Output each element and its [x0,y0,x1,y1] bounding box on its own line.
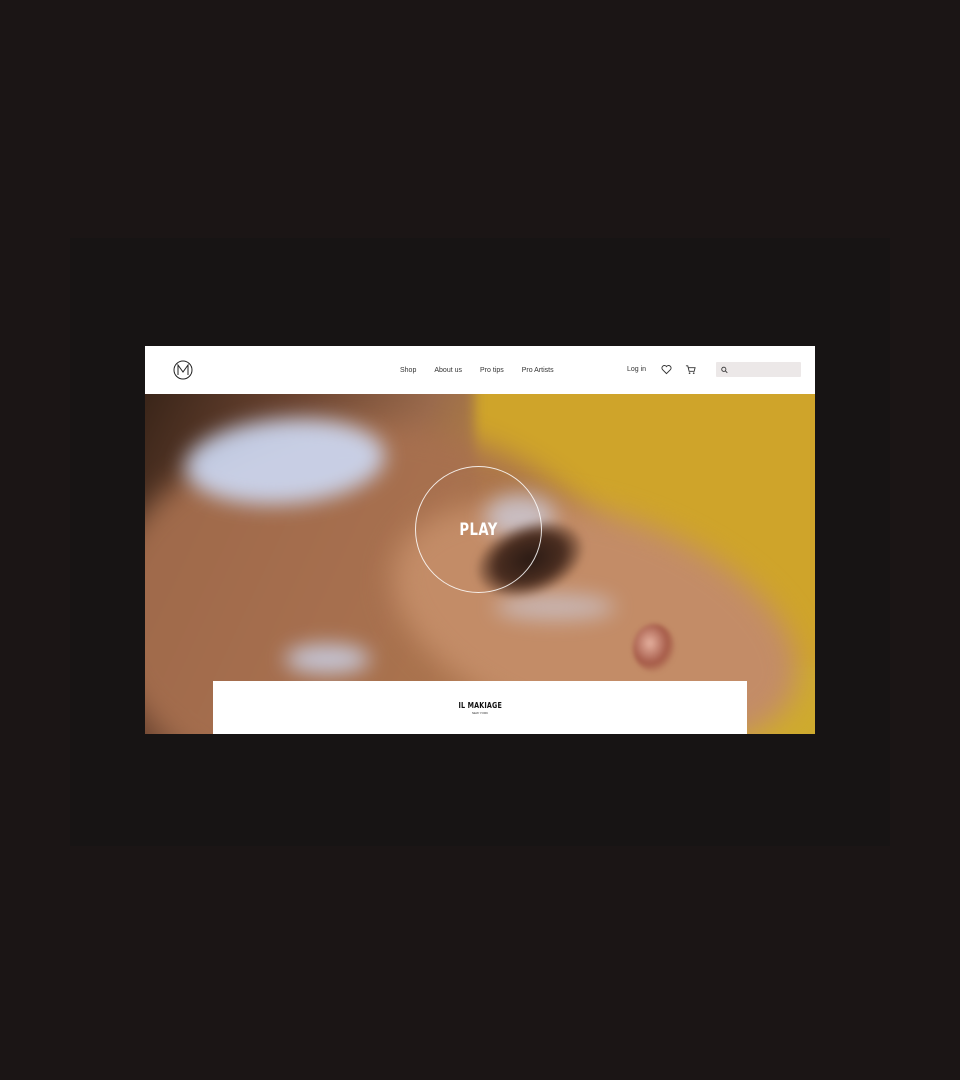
brand-card: IL MAKIAGE NEW YORK [213,681,747,734]
il-makiage-monogram-icon[interactable] [173,360,193,380]
skin-highlight [285,644,370,674]
website-mockup: Shop About us Pro tips Pro Artists Log i… [145,346,815,734]
brand-subtitle: NEW YORK [471,710,489,715]
skin-highlight [495,594,615,620]
brand-logo-text[interactable]: IL MAKIAGE [458,701,502,710]
menu-item-pro-tips[interactable]: Pro tips [480,367,504,374]
nose-area [633,624,675,672]
search-input[interactable] [731,366,801,373]
top-navigation: Shop About us Pro tips Pro Artists Log i… [145,346,815,394]
search-box[interactable] [716,362,801,377]
main-menu: Shop About us Pro tips Pro Artists [400,346,554,394]
heart-icon[interactable] [661,364,672,375]
menu-item-about-us[interactable]: About us [434,367,462,374]
cart-icon[interactable] [685,364,696,375]
menu-item-pro-artists[interactable]: Pro Artists [522,367,554,374]
login-link[interactable]: Log in [627,366,646,373]
play-button[interactable]: PLAY [415,466,542,593]
play-label: PLAY [459,519,498,540]
menu-item-shop[interactable]: Shop [400,367,416,374]
search-icon[interactable] [721,366,728,374]
